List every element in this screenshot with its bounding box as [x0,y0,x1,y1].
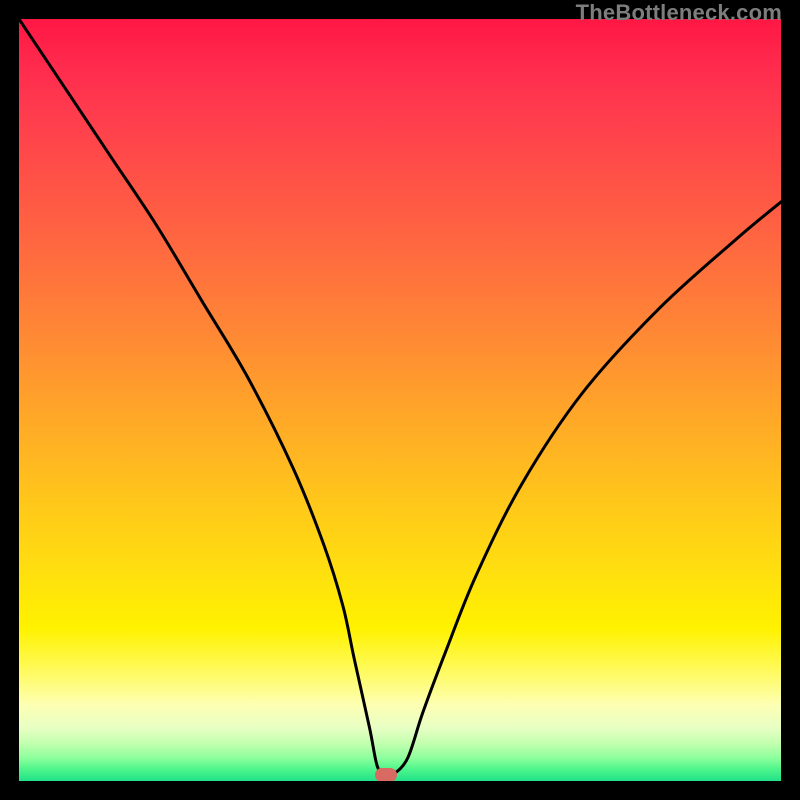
curve-layer [19,19,781,781]
watermark-text: TheBottleneck.com [576,0,782,26]
chart-frame: TheBottleneck.com [0,0,800,800]
plot-area [19,19,781,781]
optimal-point-marker [375,768,397,781]
bottleneck-curve [19,19,781,777]
